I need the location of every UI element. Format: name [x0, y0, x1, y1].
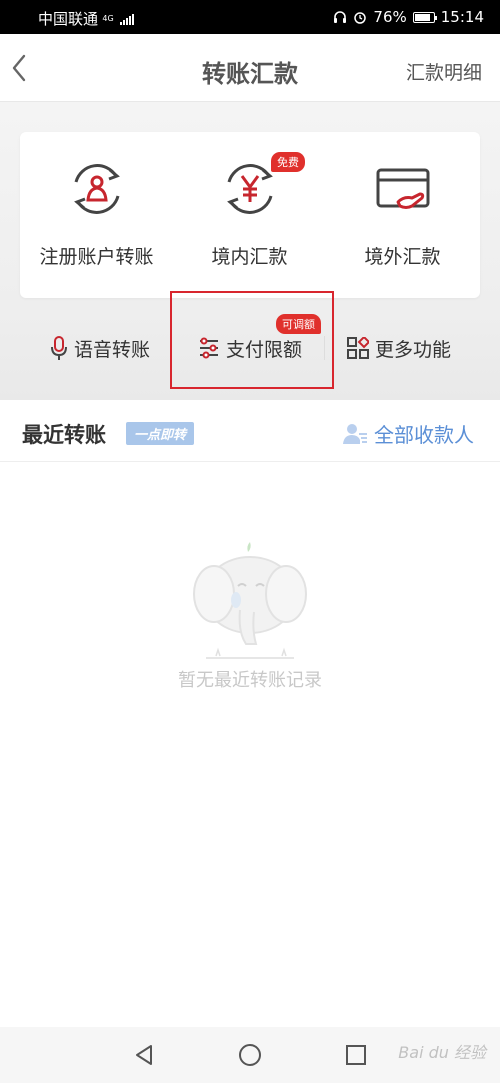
all-payees-label: 全部收款人	[374, 423, 474, 447]
one-tap-tag: 一点即转	[126, 422, 195, 445]
highlight-frame	[170, 291, 334, 389]
grid-icon	[347, 337, 369, 359]
headset-icon	[334, 11, 347, 23]
overseas-remit-icon	[376, 168, 429, 209]
system-navigation-bar: Bai du 经验	[0, 1027, 500, 1083]
register-transfer-icon	[73, 164, 120, 214]
network-type: 4G	[102, 13, 114, 23]
back-triangle-icon[interactable]	[132, 1043, 156, 1067]
status-bar: 中国联通 4G 76% 15:14	[0, 0, 500, 34]
empty-state-text: 暂无最近转账记录	[178, 670, 322, 691]
signal-icon	[120, 13, 135, 25]
battery-percent: 76%	[373, 8, 407, 26]
overseas-remit-label: 境外汇款	[364, 246, 441, 268]
carrier-label: 中国联通	[38, 10, 99, 28]
recents-square-icon[interactable]	[344, 1043, 368, 1067]
register-transfer-label: 注册账户转账	[39, 246, 154, 268]
register-transfer-button[interactable]: 注册账户转账	[20, 132, 173, 298]
service-card: 注册账户转账 免费 境内汇款 境外汇款	[20, 132, 480, 298]
all-payees-link[interactable]: 全部收款人	[342, 419, 474, 448]
domestic-remit-button[interactable]: 免费 境内汇款	[173, 132, 326, 298]
microphone-icon	[51, 336, 67, 360]
more-functions-button[interactable]: 更多功能	[347, 332, 451, 364]
payee-icon	[343, 423, 367, 444]
clock: 15:14	[440, 8, 484, 26]
recent-transfers-header: 最近转账 一点即转 全部收款人	[0, 400, 500, 462]
more-functions-label: 更多功能	[375, 338, 452, 361]
battery-icon	[412, 11, 437, 23]
domestic-remit-label: 境内汇款	[211, 246, 288, 268]
voice-transfer-label: 语音转账	[74, 338, 151, 361]
recent-transfers-title: 最近转账	[22, 423, 106, 447]
overseas-remit-button[interactable]: 境外汇款	[326, 132, 479, 298]
home-circle-icon[interactable]	[238, 1043, 262, 1067]
free-badge: 免费	[271, 152, 305, 172]
remit-details-link[interactable]: 汇款明细	[406, 58, 482, 85]
baidu-watermark: Bai du 经验	[398, 1043, 486, 1062]
empty-elephant-icon	[193, 542, 307, 659]
voice-transfer-button[interactable]: 语音转账	[50, 332, 150, 364]
alarm-icon	[354, 12, 367, 24]
navbar: 转账汇款 汇款明细	[0, 34, 500, 102]
